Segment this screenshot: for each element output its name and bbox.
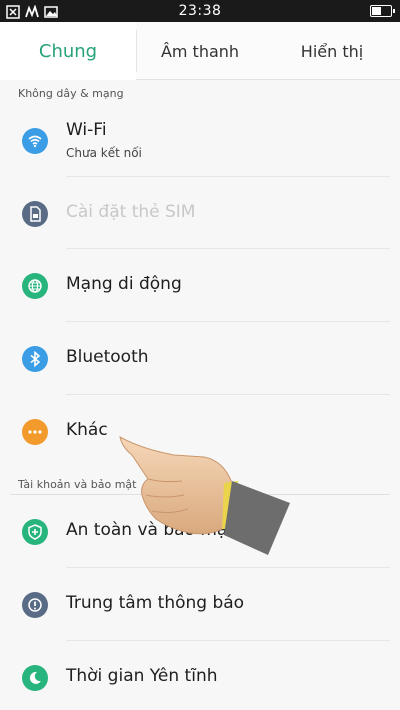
pointing-hand-illustration bbox=[119, 436, 290, 555]
bluetooth-icon bbox=[22, 346, 48, 372]
wifi-status: Chưa kết nối bbox=[66, 146, 142, 160]
moon-icon bbox=[22, 665, 48, 691]
status-bar: 23:38 bbox=[0, 0, 400, 22]
sim-label: Cài đặt thẻ SIM bbox=[66, 202, 196, 222]
battery-icon bbox=[370, 5, 395, 17]
section-title-wireless: Không dây & mạng bbox=[18, 87, 124, 100]
notification-center-label: Trung tâm thông báo bbox=[66, 593, 245, 613]
settings-item-notification-center[interactable]: Trung tâm thông báo bbox=[0, 568, 390, 640]
tab-bar: Chung Âm thanh Hiển thị bbox=[0, 22, 400, 80]
settings-item-sim: Cài đặt thẻ SIM bbox=[0, 177, 390, 249]
shield-icon bbox=[22, 519, 48, 545]
sim-card-icon bbox=[22, 201, 48, 227]
tab-am-thanh[interactable]: Âm thanh bbox=[136, 22, 264, 80]
more-icon bbox=[22, 419, 48, 445]
globe-icon bbox=[22, 273, 48, 299]
mobile-network-label: Mạng di động bbox=[66, 274, 182, 294]
settings-item-bluetooth[interactable]: Bluetooth bbox=[0, 322, 390, 394]
other-label: Khác bbox=[66, 420, 108, 440]
status-time: 23:38 bbox=[178, 3, 222, 19]
quiet-time-label: Thời gian Yên tĩnh bbox=[66, 666, 218, 686]
tab-hien-thi[interactable]: Hiển thị bbox=[264, 22, 400, 80]
tab-chung[interactable]: Chung bbox=[0, 22, 136, 80]
settings-item-wifi[interactable]: Wi-Fi Chưa kết nối bbox=[0, 104, 390, 176]
wifi-label: Wi-Fi bbox=[66, 120, 107, 140]
settings-item-quiet-time[interactable]: Thời gian Yên tĩnh bbox=[0, 641, 390, 710]
bluetooth-label: Bluetooth bbox=[66, 347, 149, 367]
settings-item-mobile-network[interactable]: Mạng di động bbox=[0, 249, 390, 321]
wifi-icon bbox=[22, 128, 48, 154]
alert-icon bbox=[22, 592, 48, 618]
